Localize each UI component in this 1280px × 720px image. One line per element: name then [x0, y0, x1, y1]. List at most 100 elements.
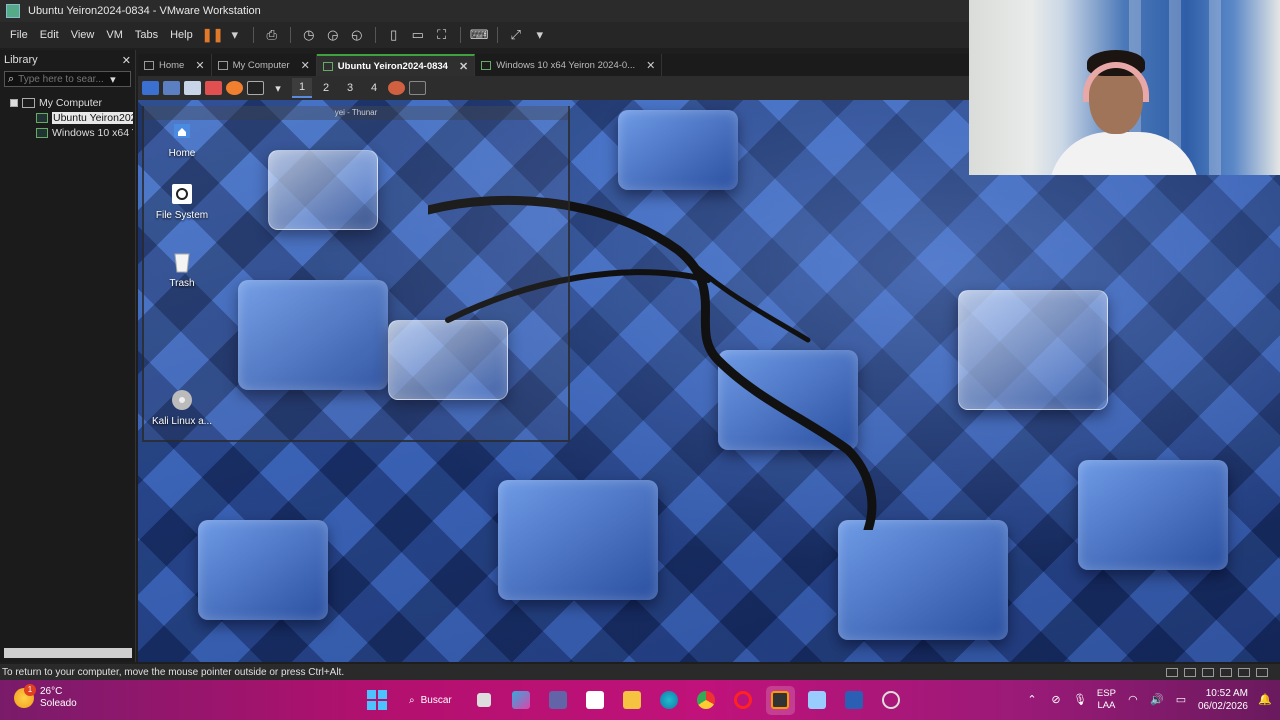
- kali-menu-icon[interactable]: [142, 81, 159, 95]
- library-scrollbar[interactable]: [4, 648, 132, 658]
- menu-edit[interactable]: Edit: [34, 29, 65, 41]
- dropdown-arrow-icon[interactable]: ▾: [226, 27, 244, 43]
- notification-bell-icon[interactable]: 🔔: [1258, 694, 1272, 706]
- menu-tabs[interactable]: Tabs: [129, 29, 164, 41]
- menu-file[interactable]: File: [4, 29, 34, 41]
- computer-icon: [217, 60, 228, 70]
- show-desktop-icon[interactable]: [163, 81, 180, 95]
- cd-drive-icon[interactable]: [1184, 667, 1196, 677]
- settings-button[interactable]: [877, 686, 906, 715]
- full-screen-icon[interactable]: ⛶: [433, 27, 451, 43]
- revert-snapshot-icon[interactable]: ◶: [324, 27, 342, 43]
- snapshot-icon[interactable]: ◷: [300, 27, 318, 43]
- workspace-2[interactable]: 2: [316, 78, 336, 98]
- close-icon[interactable]: ✕: [459, 60, 468, 73]
- store-button[interactable]: [581, 686, 610, 715]
- tab-windows[interactable]: Windows 10 x64 Yeiron 2024-0... ✕: [475, 54, 663, 76]
- workspace-3[interactable]: 3: [340, 78, 360, 98]
- microphone-icon[interactable]: 🎙: [1073, 694, 1087, 706]
- chrome-button[interactable]: [692, 686, 721, 715]
- chrome-icon: [697, 691, 716, 709]
- task-view-button[interactable]: [470, 686, 499, 715]
- menu-view[interactable]: View: [65, 29, 101, 41]
- copilot-button[interactable]: [507, 686, 536, 715]
- tree-item-windows[interactable]: Windows 10 x64 Y: [2, 125, 133, 140]
- toolbar-divider: [374, 27, 376, 43]
- taskbar-search[interactable]: ⌕ Buscar: [399, 686, 462, 715]
- thunar-title: yei - Thunar: [144, 106, 568, 120]
- network-icon[interactable]: [1202, 667, 1214, 677]
- tab-home[interactable]: Home ✕: [138, 54, 212, 76]
- firefox-window-icon[interactable]: [388, 81, 405, 95]
- tab-ubuntu[interactable]: Ubuntu Yeiron2024-0834 ✕: [316, 54, 476, 76]
- close-icon[interactable]: ✕: [301, 59, 310, 72]
- store-icon: [586, 691, 605, 709]
- chevron-down-icon[interactable]: ▾: [268, 78, 288, 98]
- desktop-icon-home[interactable]: Home: [142, 120, 222, 159]
- terminal-window-icon[interactable]: [409, 81, 426, 95]
- dropdown-arrow-icon[interactable]: ▾: [531, 27, 549, 43]
- desktop-icon-file-system[interactable]: File System: [142, 182, 222, 221]
- library-title: Library: [4, 54, 38, 66]
- status-message: To return to your computer, move the mou…: [2, 666, 345, 678]
- trash-icon: [174, 253, 190, 273]
- pause-icon[interactable]: ❚❚: [202, 27, 224, 43]
- tree-root-label: My Computer: [39, 96, 103, 109]
- desktop-icon-label: Trash: [169, 278, 195, 289]
- desktop-icon-kali-disc[interactable]: Kali Linux a...: [142, 388, 222, 427]
- terminal-icon[interactable]: [247, 81, 264, 95]
- word-icon: [845, 691, 864, 709]
- menu-help[interactable]: Help: [164, 29, 199, 41]
- close-icon[interactable]: ✕: [195, 59, 204, 72]
- vm-icon: [36, 127, 48, 138]
- snapshot-manager-icon[interactable]: ◵: [348, 27, 366, 43]
- edge-button[interactable]: [655, 686, 684, 715]
- library-search-input[interactable]: [18, 73, 107, 85]
- display-icon[interactable]: [1256, 667, 1268, 677]
- close-icon[interactable]: ✕: [122, 54, 131, 67]
- clock-date: 06/02/2026: [1197, 701, 1248, 712]
- workspace-1[interactable]: 1: [292, 78, 312, 98]
- clock[interactable]: 10:52 AM 06/02/2026: [1198, 687, 1248, 713]
- opera-icon: [734, 691, 753, 709]
- show-library-icon[interactable]: ▯: [385, 27, 403, 43]
- start-button[interactable]: [362, 686, 391, 715]
- tab-my-computer[interactable]: My Computer ✕: [212, 54, 317, 76]
- vmware-taskbar-button[interactable]: [765, 685, 795, 715]
- word-button[interactable]: [840, 686, 869, 715]
- desktop-icon-trash[interactable]: Trash: [142, 250, 222, 289]
- hard-disk-icon[interactable]: [1166, 667, 1178, 677]
- workspace-4[interactable]: 4: [364, 78, 384, 98]
- thumbnail-bar-icon[interactable]: ▭: [409, 27, 427, 43]
- send-ctrl-alt-del-icon[interactable]: ⎙: [263, 27, 281, 43]
- weather-widget[interactable]: 1 26°C Soleado: [14, 684, 77, 710]
- file-manager-icon[interactable]: [184, 81, 201, 95]
- opera-button[interactable]: [729, 686, 758, 715]
- battery-icon[interactable]: ▭: [1174, 694, 1188, 706]
- language-indicator[interactable]: ESP LAA: [1097, 688, 1116, 712]
- file-explorer-button[interactable]: [618, 686, 647, 715]
- close-icon[interactable]: ✕: [646, 59, 655, 72]
- volume-icon[interactable]: 🔊: [1150, 694, 1164, 706]
- disc-icon: [172, 390, 192, 410]
- teams-button[interactable]: [544, 686, 573, 715]
- stretch-guest-icon[interactable]: ⤢: [507, 27, 525, 43]
- wallpaper-cube: [198, 520, 328, 620]
- text-editor-icon[interactable]: [205, 81, 222, 95]
- guest-desktop[interactable]: yei - Thunar Home File System Trash Kali…: [138, 100, 1280, 662]
- wifi-icon[interactable]: ◠: [1126, 694, 1140, 706]
- wifi-off-icon[interactable]: ⊘: [1049, 694, 1063, 706]
- tree-item-ubuntu[interactable]: Ubuntu Yeiron202: [2, 110, 133, 125]
- usb-icon[interactable]: [1220, 667, 1232, 677]
- chevron-up-icon[interactable]: ⌃: [1025, 694, 1039, 706]
- tree-root-my-computer[interactable]: My Computer: [2, 95, 133, 110]
- console-view-icon[interactable]: ⌨: [470, 27, 489, 43]
- sound-icon[interactable]: [1238, 667, 1250, 677]
- collapse-toggle-icon[interactable]: [10, 98, 18, 107]
- notepad-button[interactable]: [803, 686, 832, 715]
- menu-vm[interactable]: VM: [100, 29, 129, 41]
- notification-badge: 1: [24, 684, 36, 696]
- chevron-down-icon[interactable]: ▾: [110, 73, 116, 86]
- desktop-icon-label: Home: [168, 148, 196, 159]
- firefox-icon[interactable]: [226, 81, 243, 95]
